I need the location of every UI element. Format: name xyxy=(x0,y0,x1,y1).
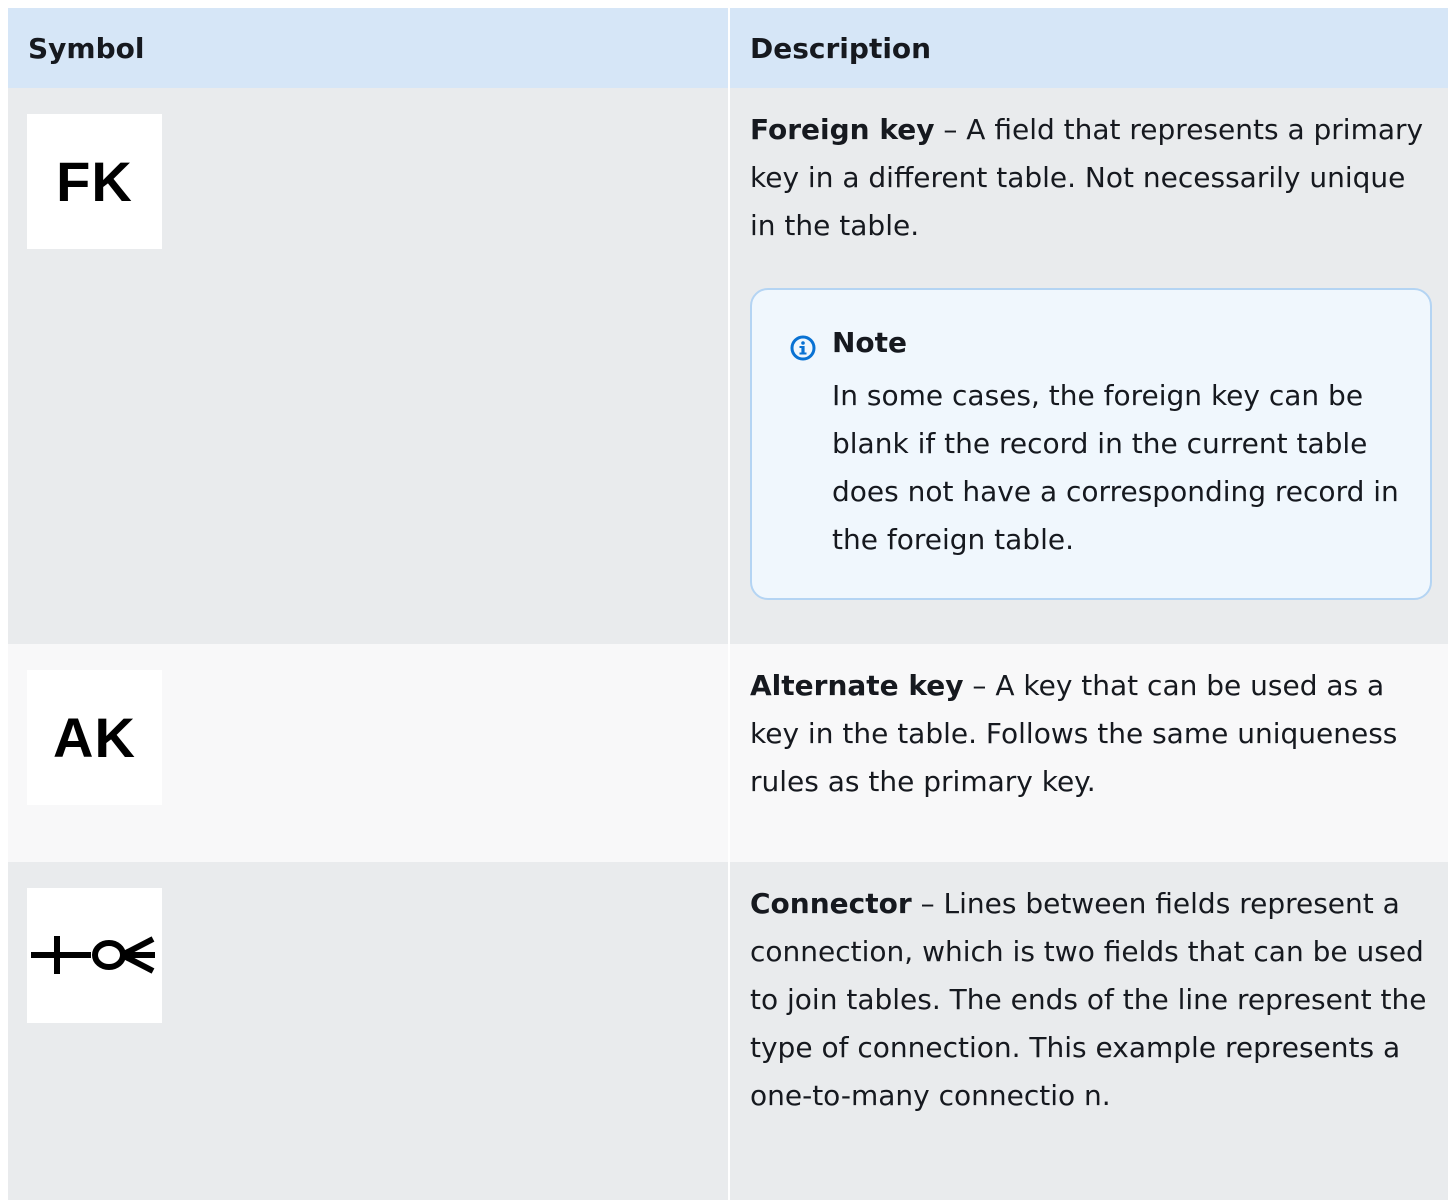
one-to-many-connector-icon xyxy=(31,936,155,974)
info-icon xyxy=(790,335,816,361)
table-row-alternate-key: AK Alternate key – A key that can be use… xyxy=(8,644,1448,862)
note-title: Note xyxy=(832,326,908,359)
fk-term: Foreign key xyxy=(750,113,935,146)
note-callout: Note In some cases, the foreign key can … xyxy=(750,288,1432,600)
column-header-description: Description xyxy=(729,8,1448,88)
symbol-cell: FK xyxy=(8,88,730,644)
fk-description: Foreign key – A field that represents a … xyxy=(750,106,1428,250)
connector-text: – Lines between fields represent a conne… xyxy=(750,887,1427,1112)
table-row-connector: Connector – Lines between fields represe… xyxy=(8,862,1448,1200)
ak-term: Alternate key xyxy=(750,669,964,702)
ak-description: Alternate key – A key that can be used a… xyxy=(750,662,1428,806)
connector-term: Connector xyxy=(750,887,912,920)
connector-symbol-image xyxy=(27,888,162,1023)
ak-symbol-image: AK xyxy=(27,670,162,805)
description-cell: Foreign key – A field that represents a … xyxy=(729,88,1448,644)
table-row-foreign-key: FK Foreign key – A field that represents… xyxy=(8,88,1448,644)
column-header-symbol: Symbol xyxy=(8,8,730,88)
connector-description: Connector – Lines between fields represe… xyxy=(750,880,1428,1120)
symbol-cell: AK xyxy=(8,644,730,862)
ak-symbol-text: AK xyxy=(53,705,136,769)
description-cell: Alternate key – A key that can be used a… xyxy=(729,644,1448,862)
symbol-table: Symbol Description FK Foreign key – A fi… xyxy=(8,8,1448,1200)
note-body: In some cases, the foreign key can be bl… xyxy=(832,379,1399,556)
fk-symbol-text: FK xyxy=(56,149,133,213)
table-header-row: Symbol Description xyxy=(8,8,1448,88)
symbol-table-container: Symbol Description FK Foreign key – A fi… xyxy=(8,8,1448,1200)
fk-symbol-image: FK xyxy=(27,114,162,249)
description-cell: Connector – Lines between fields represe… xyxy=(729,862,1448,1200)
symbol-cell xyxy=(8,862,730,1200)
